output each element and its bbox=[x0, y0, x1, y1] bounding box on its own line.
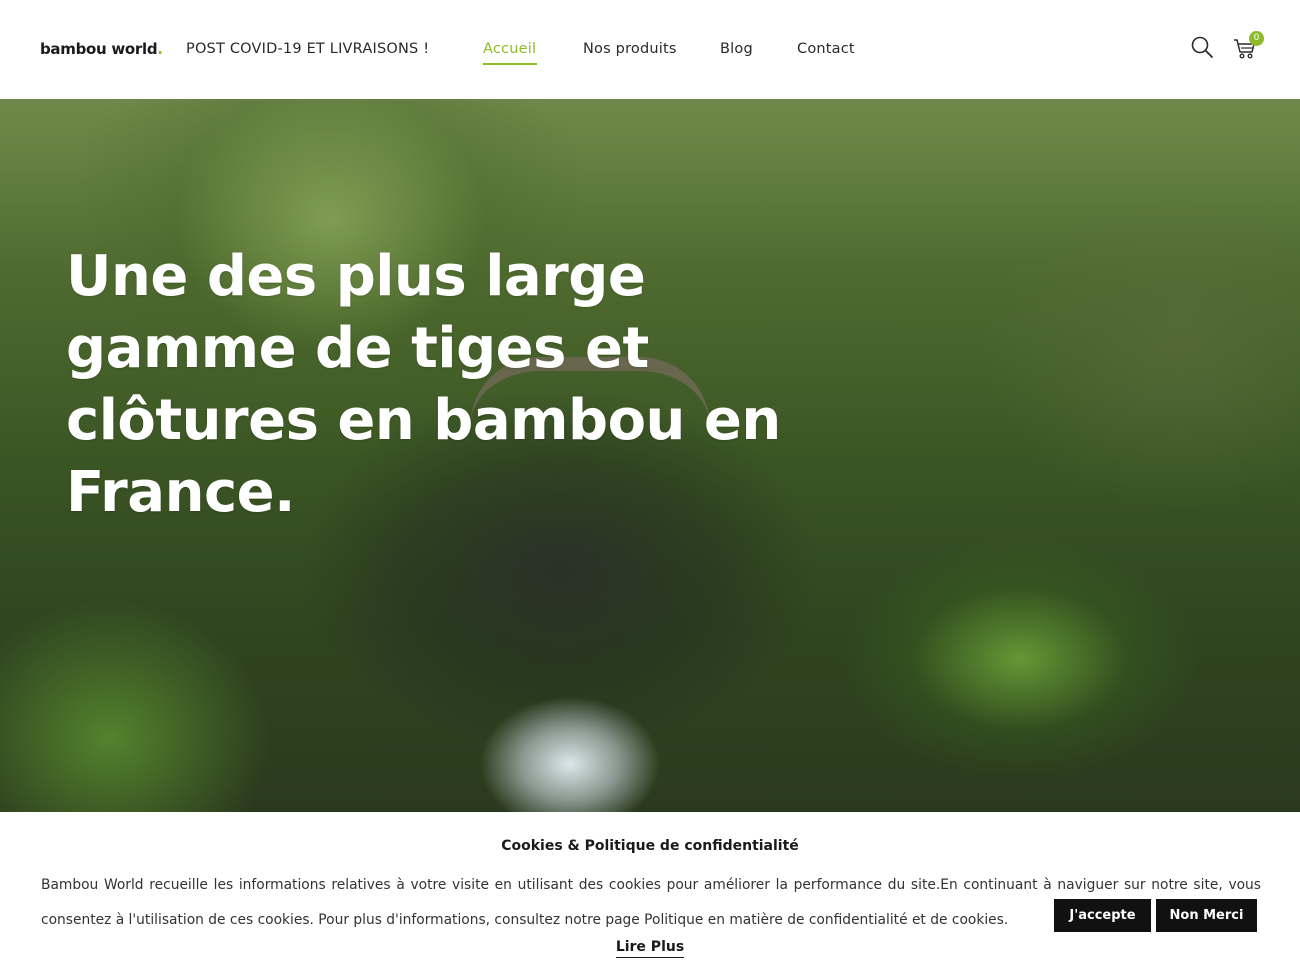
logo-dot: . bbox=[157, 40, 163, 58]
nav-item-contact[interactable]: Contact bbox=[797, 41, 855, 57]
hero-title: Une des plus large gamme de tiges et clô… bbox=[66, 244, 781, 525]
read-more-link[interactable]: Lire Plus bbox=[615, 939, 685, 958]
accept-cookies-button[interactable]: J'accepte bbox=[1054, 899, 1151, 932]
decline-cookies-button[interactable]: Non Merci bbox=[1156, 899, 1257, 932]
hero-banner: Une des plus large gamme de tiges et clô… bbox=[0, 99, 1300, 812]
nav-item-blog[interactable]: Blog bbox=[720, 41, 753, 57]
logo[interactable]: bambou world. bbox=[40, 40, 163, 58]
cookie-banner: Cookies & Politique de confidentialité B… bbox=[0, 812, 1300, 973]
active-nav-underline bbox=[483, 63, 537, 65]
logo-text: bambou world bbox=[40, 40, 158, 58]
cart-count-badge: 0 bbox=[1249, 31, 1264, 46]
cookie-banner-title: Cookies & Politique de confidentialité bbox=[501, 838, 799, 854]
nav-item-accueil[interactable]: Accueil bbox=[483, 41, 536, 57]
read-more-wrapper: Lire Plus bbox=[0, 939, 1300, 958]
search-icon[interactable] bbox=[1190, 35, 1214, 59]
nav-item-post-covid[interactable]: POST COVID-19 ET LIVRAISONS ! bbox=[186, 41, 429, 57]
nav-item-nos-produits[interactable]: Nos produits bbox=[583, 41, 677, 57]
site-header: bambou world. POST COVID-19 ET LIVRAISON… bbox=[0, 0, 1300, 99]
